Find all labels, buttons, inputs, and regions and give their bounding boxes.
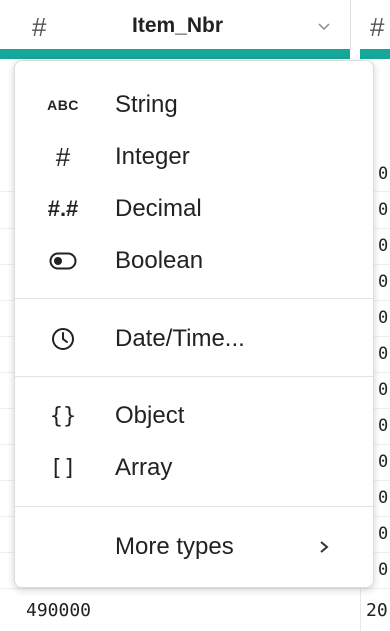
table-cell[interactable]: 0 bbox=[378, 416, 388, 436]
column-accent-bar bbox=[0, 49, 390, 59]
column-header[interactable]: # Item_Nbr # bbox=[0, 0, 390, 52]
clock-icon bbox=[45, 325, 81, 353]
decimal-icon: #.# bbox=[47, 196, 79, 221]
table-cell[interactable]: 0 bbox=[378, 272, 388, 292]
menu-item-decimal[interactable]: #.# Decimal bbox=[15, 185, 373, 233]
table-cell[interactable]: 0 bbox=[378, 236, 388, 256]
toggle-icon bbox=[45, 247, 81, 275]
table-cell[interactable]: 0 bbox=[378, 380, 388, 400]
menu-item-integer[interactable]: # Integer bbox=[15, 133, 373, 181]
chevron-right-icon bbox=[320, 541, 329, 553]
menu-item-more-types[interactable]: More types bbox=[15, 523, 373, 571]
menu-item-label: Object bbox=[115, 402, 185, 429]
table-cell[interactable]: 0 bbox=[378, 488, 388, 508]
menu-item-boolean[interactable]: Boolean bbox=[15, 237, 373, 285]
accent-gap bbox=[350, 49, 360, 59]
menu-item-datetime[interactable]: Date/Time... bbox=[15, 315, 373, 363]
table-cell[interactable]: 0 bbox=[378, 452, 388, 472]
next-column-type-icon: # bbox=[370, 12, 385, 42]
table-cell[interactable]: 0 bbox=[378, 164, 388, 184]
menu-item-label: Date/Time... bbox=[115, 325, 245, 352]
abc-icon: ABC bbox=[47, 97, 79, 113]
column-type-menu: ABC String # Integer #.# Decimal Boolean… bbox=[14, 60, 374, 588]
menu-item-label: String bbox=[115, 91, 178, 118]
menu-item-label: More types bbox=[115, 533, 234, 560]
menu-separator bbox=[15, 506, 373, 507]
menu-separator bbox=[15, 376, 373, 377]
table-cell[interactable]: 0 bbox=[378, 524, 388, 544]
menu-item-label: Integer bbox=[115, 143, 190, 170]
table-cell[interactable]: 20 bbox=[366, 600, 388, 621]
column-title: Item_Nbr bbox=[132, 14, 224, 37]
menu-item-label: Decimal bbox=[115, 195, 202, 222]
table-cell[interactable]: 0 bbox=[378, 344, 388, 364]
menu-item-string[interactable]: ABC String bbox=[15, 81, 373, 129]
hash-icon: # bbox=[55, 142, 71, 172]
chevron-down-icon[interactable] bbox=[316, 18, 332, 34]
column-divider[interactable] bbox=[350, 0, 351, 52]
brackets-icon: [] bbox=[49, 455, 77, 481]
table-cell[interactable]: 0 bbox=[378, 200, 388, 220]
braces-icon: {} bbox=[49, 403, 77, 429]
menu-item-object[interactable]: {} Object bbox=[15, 392, 373, 440]
menu-item-label: Array bbox=[115, 454, 173, 481]
table-cell[interactable]: 490000 bbox=[26, 600, 91, 621]
menu-item-array[interactable]: [] Array bbox=[15, 444, 373, 492]
row-divider bbox=[0, 588, 390, 589]
table-cell[interactable]: 0 bbox=[378, 308, 388, 328]
menu-separator bbox=[15, 298, 373, 299]
integer-type-icon: # bbox=[32, 12, 47, 42]
menu-item-label: Boolean bbox=[115, 247, 204, 274]
table-cell[interactable]: 0 bbox=[378, 560, 388, 580]
